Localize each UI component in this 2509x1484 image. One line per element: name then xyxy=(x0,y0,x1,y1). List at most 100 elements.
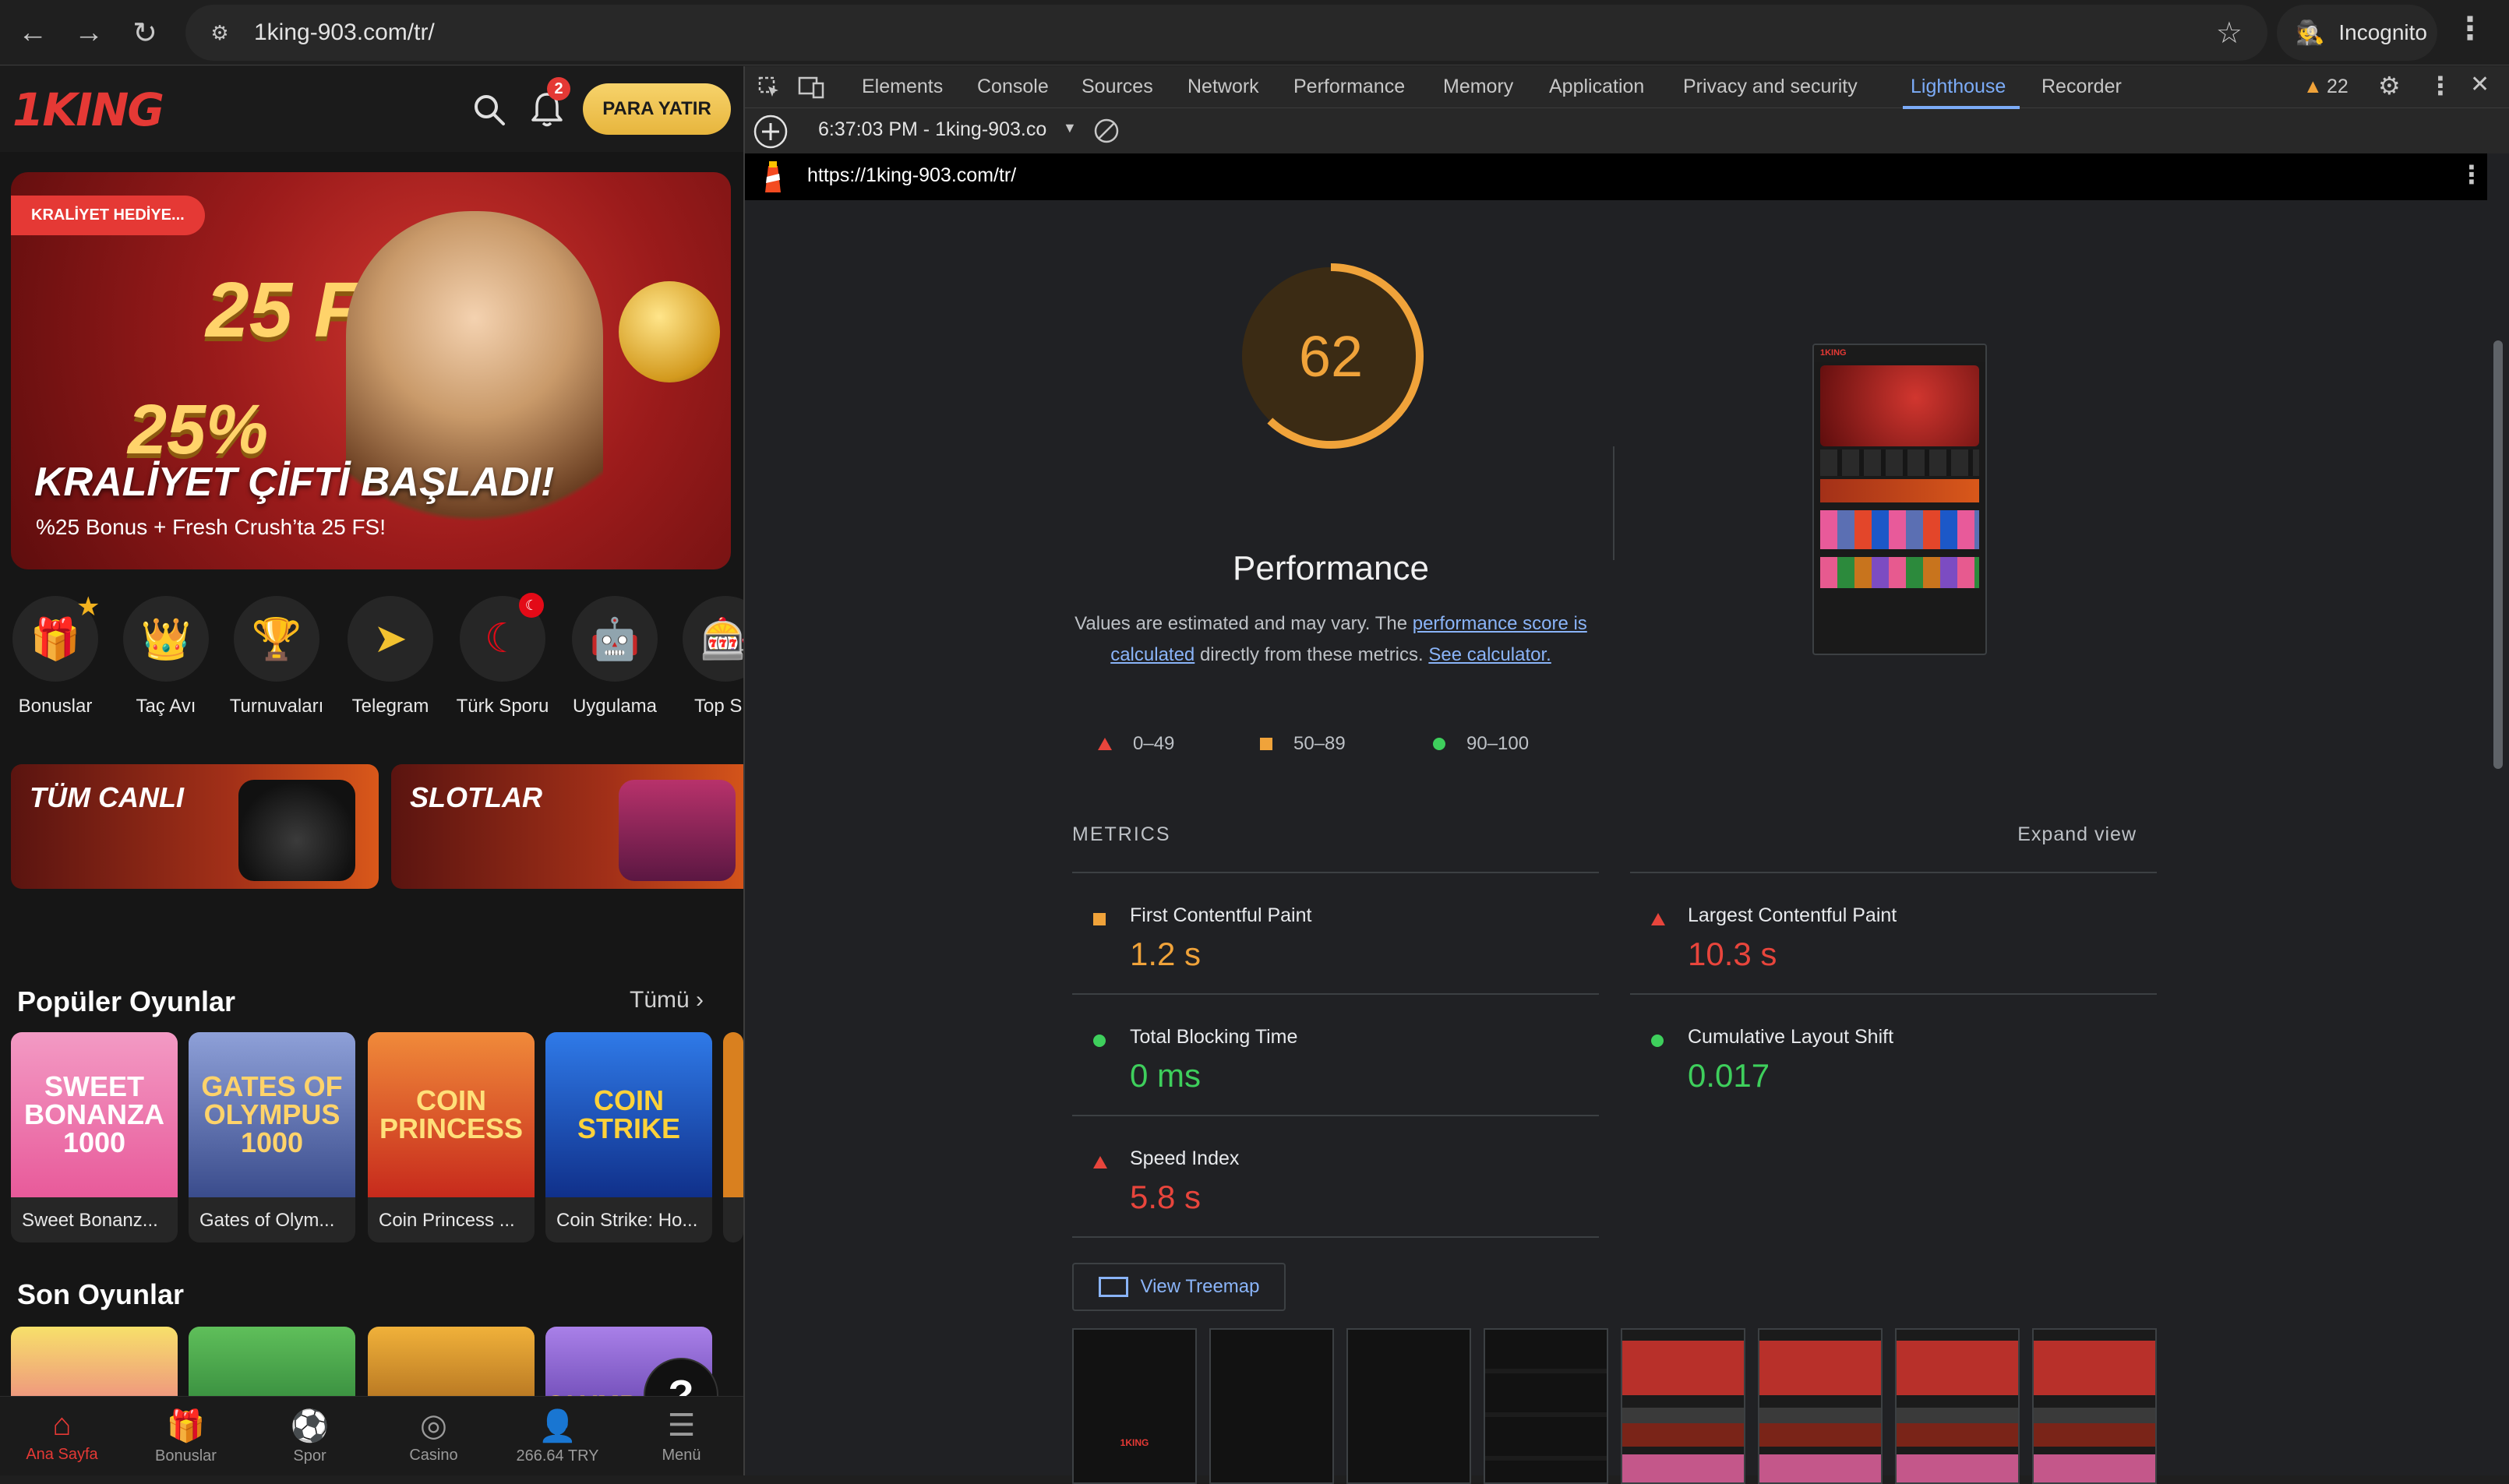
dropdown-caret-icon[interactable]: ▼ xyxy=(1063,120,1077,136)
bookmark-star-icon[interactable]: ☆ xyxy=(2216,16,2243,51)
tab-privacy-security[interactable]: Privacy and security xyxy=(1683,76,1858,98)
category-uygulama[interactable]: 🤖 Uygulama xyxy=(564,596,665,717)
final-screenshot[interactable]: 1KING xyxy=(1812,344,1987,655)
report-selector[interactable]: 6:37:03 PM - 1king-903.co xyxy=(818,118,1046,141)
tab-bonuslar[interactable]: 🎁 Bonuslar xyxy=(124,1397,248,1475)
treemap-label: View Treemap xyxy=(1140,1276,1260,1297)
devtools-panel: Elements Console Sources Network Perform… xyxy=(745,66,2509,1484)
category-bonuslar[interactable]: 🎁 ★ Bonuslar xyxy=(5,592,106,717)
see-all-link[interactable]: Tümü › xyxy=(630,987,704,1013)
report-menu-icon[interactable]: ⋮ xyxy=(2459,160,2484,189)
inspect-element-icon[interactable] xyxy=(757,76,781,99)
site-logo[interactable]: 1KING xyxy=(12,83,164,136)
warning-count[interactable]: 22 xyxy=(2327,76,2348,98)
address-bar[interactable]: ⚙ 1king-903.com/tr/ ☆ xyxy=(185,5,2267,61)
category-turnuvalari[interactable]: 🏆 Turnuvaları xyxy=(226,596,327,717)
url-text[interactable]: 1king-903.com/tr/ xyxy=(254,19,435,46)
divider xyxy=(1072,1236,1599,1238)
category-label: Turnuvaları xyxy=(229,696,324,717)
devtools-menu-icon[interactable]: ⋮ xyxy=(2428,71,2453,100)
tab-sources[interactable]: Sources xyxy=(1082,76,1153,98)
tab-console[interactable]: Console xyxy=(977,76,1049,98)
deposit-button[interactable]: PARA YATIR xyxy=(583,83,731,135)
device-toolbar-icon[interactable] xyxy=(798,76,824,99)
metric-name: Cumulative Layout Shift xyxy=(1688,1026,1894,1048)
game-card[interactable]: GATES OF OLYMPUS 1000 Gates of Olym... xyxy=(189,1032,355,1243)
tab-spor[interactable]: ⚽ Spor xyxy=(248,1397,372,1475)
category-telegram[interactable]: ➤ Telegram xyxy=(340,596,441,717)
game-art xyxy=(723,1032,743,1197)
report-scrollbar[interactable] xyxy=(2487,153,2509,1475)
back-icon[interactable]: ← xyxy=(12,12,53,53)
tab-label: Ana Sayfa xyxy=(26,1446,98,1463)
game-name: Gates of Olym... xyxy=(199,1210,335,1231)
close-devtools-icon[interactable]: ✕ xyxy=(2470,71,2490,98)
site-info-icon[interactable]: ⚙ xyxy=(204,17,235,48)
incognito-badge[interactable]: 🕵 Incognito xyxy=(2277,5,2437,61)
expand-view-toggle[interactable]: Expand view xyxy=(2017,823,2137,846)
crown-icon: 👑 xyxy=(123,596,209,682)
view-treemap-button[interactable]: View Treemap xyxy=(1072,1263,1286,1311)
promo-tum-canli[interactable]: TÜM CANLI xyxy=(11,764,379,889)
thumb-recent xyxy=(1820,557,1979,588)
hero-title: KRALİYET ÇİFTİ BAŞLADI! xyxy=(34,460,555,505)
tab-menu[interactable]: ☰ Menü xyxy=(619,1397,743,1475)
tab-memory[interactable]: Memory xyxy=(1443,76,1513,98)
category-label: Türk Sporu xyxy=(456,696,549,717)
game-card[interactable]: SWEET BONANZA 1000 Sweet Bonanz... xyxy=(11,1032,178,1243)
game-name: Sweet Bonanz... xyxy=(22,1210,158,1231)
hero-banner[interactable]: KRALİYET HEDİYE... 25 FS 25% KRALİYET Çİ… xyxy=(11,172,731,569)
filmstrip-frame xyxy=(1895,1328,2020,1484)
promo-label: SLOTLAR xyxy=(410,781,542,813)
filmstrip-frame xyxy=(2032,1328,2157,1484)
browser-menu-icon[interactable]: ⋮ xyxy=(2454,11,2486,47)
see-calculator-link[interactable]: See calculator. xyxy=(1428,644,1551,665)
tab-lighthouse[interactable]: Lighthouse xyxy=(1911,76,2006,98)
legend-pass: 90–100 xyxy=(1432,733,1529,755)
tab-elements[interactable]: Elements xyxy=(862,76,943,98)
scrollbar-thumb[interactable] xyxy=(2493,340,2503,769)
tab-application[interactable]: Application xyxy=(1549,76,1644,98)
search-icon[interactable] xyxy=(471,91,508,129)
see-all-label: Tümü xyxy=(630,987,690,1013)
tab-casino[interactable]: ◎ Casino xyxy=(372,1397,496,1475)
category-turk-sporu[interactable]: ☾ ☾ Türk Sporu xyxy=(452,593,553,717)
legend-range: 50–89 xyxy=(1293,733,1346,754)
tab-performance[interactable]: Performance xyxy=(1293,76,1405,98)
tab-ana-sayfa[interactable]: ⌂ Ana Sayfa xyxy=(0,1397,124,1475)
game-card[interactable]: COIN STRIKE Coin Strike: Ho... xyxy=(545,1032,712,1243)
reload-icon[interactable]: ↻ xyxy=(125,12,165,53)
new-report-icon[interactable] xyxy=(753,114,789,150)
green-circle-icon xyxy=(1093,1035,1106,1047)
score-legend: 0–49 50–89 90–100 xyxy=(1097,733,1643,764)
gift-icon: 🎁 xyxy=(166,1409,206,1443)
filmstrip-frame: 1KING xyxy=(1072,1328,1197,1484)
category-tac-avi[interactable]: 👑 Taç Avı xyxy=(115,596,217,717)
warning-icon[interactable]: ▲ xyxy=(2303,76,2323,98)
metric-value: 5.8 s xyxy=(1130,1179,1202,1215)
legend-average: 50–89 xyxy=(1259,733,1346,755)
metric-speed-index: Speed Index 5.8 s xyxy=(1072,1116,1599,1238)
green-circle-icon xyxy=(1651,1035,1664,1047)
report-url[interactable]: https://1king-903.com/tr/ xyxy=(807,164,1016,187)
lighthouse-logo-icon xyxy=(765,161,781,192)
metric-value: 10.3 s xyxy=(1688,936,1777,972)
devtools-tab-bar: Elements Console Sources Network Perform… xyxy=(745,66,2509,109)
clear-reports-icon[interactable] xyxy=(1092,117,1120,145)
tab-label: Casino xyxy=(409,1447,458,1464)
category-label: Taç Avı xyxy=(136,696,196,717)
game-card[interactable]: COIN PRINCESS Coin Princess ... xyxy=(368,1032,535,1243)
game-card-partial[interactable] xyxy=(723,1032,743,1243)
forward-icon[interactable]: → xyxy=(69,12,109,53)
tab-network[interactable]: Network xyxy=(1187,76,1259,98)
metric-tbt: Total Blocking Time 0 ms xyxy=(1072,995,1599,1116)
site-header: 1KING 2 PARA YATIR xyxy=(0,66,743,152)
green-circle-icon xyxy=(1433,738,1445,750)
category-top-slot[interactable]: 🎰 Top Slo xyxy=(675,596,743,717)
game-name: Coin Strike: Ho... xyxy=(556,1210,698,1231)
settings-gear-icon[interactable]: ⚙ xyxy=(2378,71,2401,100)
tab-balance[interactable]: 👤 266.64 TRY xyxy=(496,1397,619,1475)
promo-slotlar[interactable]: SLOTLAR xyxy=(391,764,743,889)
legend-range: 0–49 xyxy=(1133,733,1175,754)
tab-recorder[interactable]: Recorder xyxy=(2041,76,2122,98)
